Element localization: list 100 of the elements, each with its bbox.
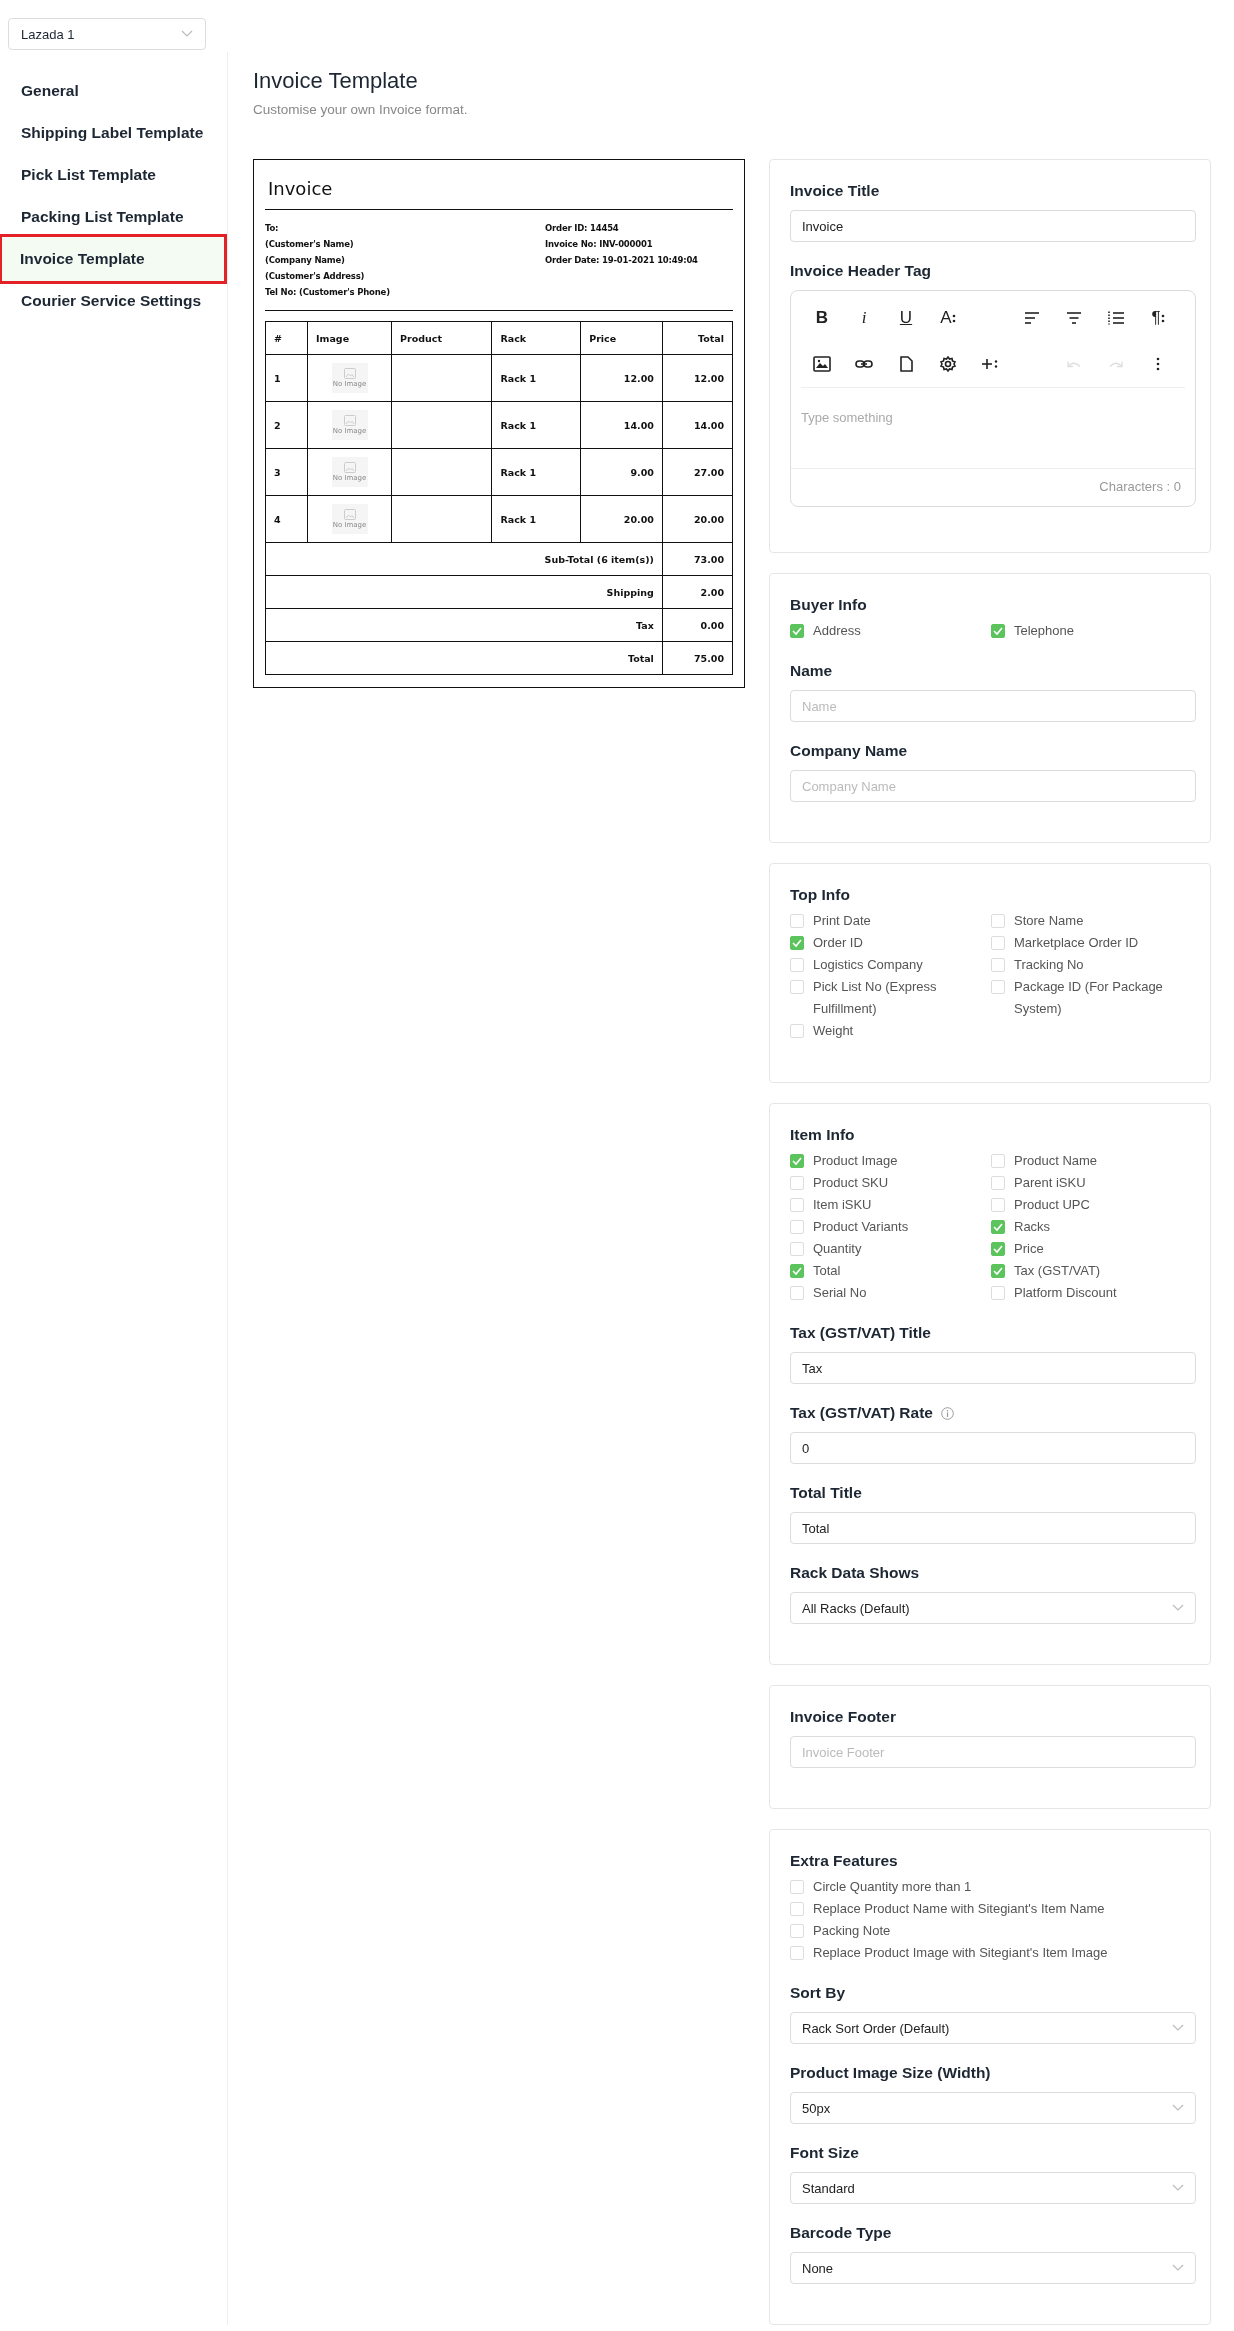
address-line: (Customer's Name): [265, 238, 355, 251]
chevron-down-icon: [1172, 2024, 1184, 2032]
checkbox[interactable]: [790, 980, 804, 994]
checkbox-label: Packing Note: [813, 1922, 891, 1940]
checkbox-label: Parent iSKU: [1014, 1174, 1086, 1192]
checkbox-label: Product UPC: [1014, 1196, 1090, 1214]
chevron-down-icon: [1172, 2104, 1184, 2112]
input-field[interactable]: Total: [790, 1512, 1196, 1544]
summary-label: Sub-Total (6 item(s)): [265, 542, 663, 576]
column-header: Price: [580, 321, 663, 355]
section-title: Item Info: [790, 1126, 856, 1144]
select-field[interactable]: Rack Sort Order (Default): [790, 2012, 1196, 2044]
checkbox[interactable]: [790, 1198, 804, 1212]
font-size-button[interactable]: A: [927, 303, 969, 333]
field-label: Invoice Header Tag: [790, 262, 931, 280]
checkbox[interactable]: [790, 1264, 804, 1278]
checkbox[interactable]: [991, 1264, 1005, 1278]
checkbox[interactable]: [790, 958, 804, 972]
checkbox[interactable]: [991, 914, 1005, 928]
column-header: #: [265, 321, 308, 355]
checkbox[interactable]: [991, 1176, 1005, 1190]
checkbox[interactable]: [790, 1154, 804, 1168]
input-field[interactable]: Invoice Footer: [790, 1736, 1196, 1768]
checkbox[interactable]: [790, 1220, 804, 1234]
table-cell: Rack 1: [491, 401, 581, 449]
select-field[interactable]: None: [790, 2252, 1196, 2284]
checkbox[interactable]: [991, 624, 1005, 638]
chevron-down-icon: [1172, 2184, 1184, 2192]
page-title: Invoice Template: [253, 68, 419, 95]
checkbox[interactable]: [790, 624, 804, 638]
input-field[interactable]: Name: [790, 690, 1196, 722]
address-line: Tel No: (Customer's Phone): [265, 286, 391, 299]
field-label: Rack Data Shows: [790, 1564, 920, 1582]
summary-value: 2.00: [662, 575, 733, 609]
checkbox[interactable]: [991, 980, 1005, 994]
italic-button[interactable]: i: [843, 303, 885, 333]
table-cell: Rack 1: [491, 495, 581, 543]
checkbox[interactable]: [991, 1198, 1005, 1212]
sidebar-item[interactable]: General: [0, 70, 228, 112]
checkbox[interactable]: [790, 936, 804, 950]
checkbox[interactable]: [991, 958, 1005, 972]
invoice-title: Invoice: [265, 178, 733, 210]
image-icon: [343, 415, 356, 426]
table-cell: 20.00: [580, 495, 663, 543]
table-cell: Rack 1: [491, 448, 581, 496]
section-title: Top Info: [790, 886, 851, 904]
checkbox[interactable]: [991, 1242, 1005, 1256]
field-label: Font Size: [790, 2144, 859, 2162]
checkbox[interactable]: [790, 914, 804, 928]
summary-value: 75.00: [662, 641, 733, 675]
checkbox-label: Marketplace Order ID: [1014, 934, 1139, 952]
table-cell: 4: [265, 495, 308, 543]
table-cell: 14.00: [580, 401, 663, 449]
checkbox[interactable]: [790, 1880, 804, 1894]
checkbox-label: Weight: [813, 1022, 854, 1040]
select-field[interactable]: 50px: [790, 2092, 1196, 2124]
image-icon: [343, 368, 356, 379]
field-label: Tax (GST/VAT) Title: [790, 1324, 931, 1342]
page-subtitle: Customise your own Invoice format.: [253, 102, 469, 117]
select-field[interactable]: All Racks (Default): [790, 1592, 1196, 1624]
checkbox[interactable]: [790, 1902, 804, 1916]
table-cell: 9.00: [580, 448, 663, 496]
input-field[interactable]: Company Name: [790, 770, 1196, 802]
input-field[interactable]: Invoice: [790, 210, 1196, 242]
sidebar-item[interactable]: Invoice Template: [0, 234, 227, 284]
character-count: Characters : 0: [1099, 479, 1181, 494]
checkbox[interactable]: [991, 1220, 1005, 1234]
checkbox-label: Platform Discount: [1014, 1284, 1117, 1302]
store-select[interactable]: Lazada 1: [8, 18, 206, 50]
checkbox-label: Package ID (For Package System): [1014, 978, 1164, 1018]
dots-icon: [1160, 312, 1165, 324]
column-header: Product: [391, 321, 492, 355]
sidebar-item[interactable]: Shipping Label Template: [0, 112, 228, 154]
checkbox[interactable]: [790, 1024, 804, 1038]
summary-label: Total: [265, 641, 663, 675]
field-label: Company Name: [790, 742, 908, 760]
checkbox-label: Pick List No (Express Fulfillment): [813, 978, 938, 1018]
sidebar-item[interactable]: Pick List Template: [0, 154, 228, 196]
checkbox[interactable]: [790, 1924, 804, 1938]
input-field[interactable]: Tax: [790, 1352, 1196, 1384]
checkbox[interactable]: [991, 936, 1005, 950]
checkbox[interactable]: [790, 1286, 804, 1300]
checkbox[interactable]: [991, 1154, 1005, 1168]
checkbox[interactable]: [790, 1946, 804, 1960]
checkbox[interactable]: [790, 1176, 804, 1190]
checkbox[interactable]: [790, 1242, 804, 1256]
field-label: Total Title: [790, 1484, 862, 1502]
select-field[interactable]: Standard: [790, 2172, 1196, 2204]
input-field[interactable]: 0: [790, 1432, 1196, 1464]
underline-button[interactable]: U: [885, 303, 927, 333]
bold-button[interactable]: B: [801, 303, 843, 333]
chevron-down-icon: [181, 30, 193, 38]
checkbox-label: Replace Product Image with Sitegiant's Item Image: [813, 1944, 1108, 1962]
checkbox-label: Quantity: [813, 1240, 862, 1258]
field-label: Product Image Size (Width): [790, 2064, 991, 2082]
checkbox-label: Telephone: [1014, 622, 1074, 640]
checkbox[interactable]: [991, 1286, 1005, 1300]
image-icon: [343, 509, 356, 520]
paragraph-button[interactable]: ¶: [1137, 303, 1179, 333]
table-cell: 1: [265, 354, 308, 402]
